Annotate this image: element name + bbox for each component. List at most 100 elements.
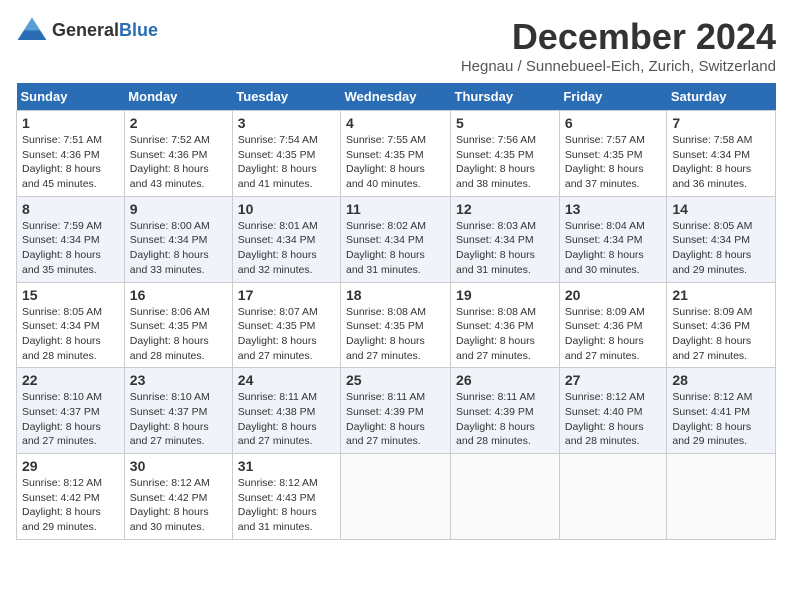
daylight: Daylight: 8 hours and 33 minutes. — [130, 249, 209, 276]
daylight: Daylight: 8 hours and 27 minutes. — [130, 421, 209, 448]
calendar-cell: 9 Sunrise: 8:00 AM Sunset: 4:34 PM Dayli… — [124, 196, 232, 282]
weekday-header: Thursday — [451, 83, 560, 111]
day-number: 1 — [22, 115, 119, 131]
day-info: Sunrise: 8:08 AM Sunset: 4:35 PM Dayligh… — [346, 305, 445, 364]
daylight: Daylight: 8 hours and 37 minutes. — [565, 163, 644, 190]
sunset: Sunset: 4:34 PM — [346, 234, 424, 246]
calendar-cell: 13 Sunrise: 8:04 AM Sunset: 4:34 PM Dayl… — [559, 196, 667, 282]
day-info: Sunrise: 8:12 AM Sunset: 4:40 PM Dayligh… — [565, 390, 662, 449]
sunset: Sunset: 4:35 PM — [346, 149, 424, 161]
sunset: Sunset: 4:40 PM — [565, 406, 643, 418]
sunset: Sunset: 4:34 PM — [672, 149, 750, 161]
day-info: Sunrise: 8:05 AM Sunset: 4:34 PM Dayligh… — [672, 219, 770, 278]
day-info: Sunrise: 8:12 AM Sunset: 4:41 PM Dayligh… — [672, 390, 770, 449]
weekday-header-row: SundayMondayTuesdayWednesdayThursdayFrid… — [17, 83, 776, 111]
sunrise: Sunrise: 7:58 AM — [672, 134, 752, 146]
sunrise: Sunrise: 8:12 AM — [130, 477, 210, 489]
day-info: Sunrise: 7:54 AM Sunset: 4:35 PM Dayligh… — [238, 133, 335, 192]
day-number: 31 — [238, 458, 335, 474]
daylight: Daylight: 8 hours and 27 minutes. — [22, 421, 101, 448]
day-number: 21 — [672, 287, 770, 303]
sunrise: Sunrise: 8:11 AM — [346, 391, 425, 403]
weekday-header: Friday — [559, 83, 667, 111]
calendar-week-row: 22 Sunrise: 8:10 AM Sunset: 4:37 PM Dayl… — [17, 368, 776, 454]
calendar-week-row: 8 Sunrise: 7:59 AM Sunset: 4:34 PM Dayli… — [17, 196, 776, 282]
sunset: Sunset: 4:35 PM — [456, 149, 534, 161]
day-number: 19 — [456, 287, 554, 303]
sunrise: Sunrise: 8:12 AM — [565, 391, 645, 403]
day-number: 8 — [22, 201, 119, 217]
sunrise: Sunrise: 8:09 AM — [672, 306, 752, 318]
weekday-header: Sunday — [17, 83, 125, 111]
calendar-cell: 27 Sunrise: 8:12 AM Sunset: 4:40 PM Dayl… — [559, 368, 667, 454]
daylight: Daylight: 8 hours and 27 minutes. — [672, 335, 751, 362]
calendar-cell: 22 Sunrise: 8:10 AM Sunset: 4:37 PM Dayl… — [17, 368, 125, 454]
day-info: Sunrise: 8:09 AM Sunset: 4:36 PM Dayligh… — [565, 305, 662, 364]
day-number: 24 — [238, 372, 335, 388]
daylight: Daylight: 8 hours and 43 minutes. — [130, 163, 209, 190]
sunrise: Sunrise: 8:00 AM — [130, 220, 210, 232]
calendar-cell: 18 Sunrise: 8:08 AM Sunset: 4:35 PM Dayl… — [341, 282, 451, 368]
calendar-cell: 19 Sunrise: 8:08 AM Sunset: 4:36 PM Dayl… — [451, 282, 560, 368]
calendar-cell: 4 Sunrise: 7:55 AM Sunset: 4:35 PM Dayli… — [341, 111, 451, 197]
sunset: Sunset: 4:36 PM — [672, 320, 750, 332]
sunset: Sunset: 4:36 PM — [130, 149, 208, 161]
calendar-cell: 2 Sunrise: 7:52 AM Sunset: 4:36 PM Dayli… — [124, 111, 232, 197]
sunset: Sunset: 4:37 PM — [130, 406, 208, 418]
sunrise: Sunrise: 8:08 AM — [456, 306, 536, 318]
daylight: Daylight: 8 hours and 28 minutes. — [456, 421, 535, 448]
day-number: 10 — [238, 201, 335, 217]
daylight: Daylight: 8 hours and 27 minutes. — [346, 335, 425, 362]
calendar-cell: 25 Sunrise: 8:11 AM Sunset: 4:39 PM Dayl… — [341, 368, 451, 454]
calendar-cell: 11 Sunrise: 8:02 AM Sunset: 4:34 PM Dayl… — [341, 196, 451, 282]
sunrise: Sunrise: 8:07 AM — [238, 306, 318, 318]
day-info: Sunrise: 8:05 AM Sunset: 4:34 PM Dayligh… — [22, 305, 119, 364]
sunset: Sunset: 4:38 PM — [238, 406, 316, 418]
daylight: Daylight: 8 hours and 27 minutes. — [238, 421, 317, 448]
day-number: 11 — [346, 201, 445, 217]
calendar-cell: 6 Sunrise: 7:57 AM Sunset: 4:35 PM Dayli… — [559, 111, 667, 197]
sunrise: Sunrise: 7:51 AM — [22, 134, 102, 146]
sunrise: Sunrise: 8:09 AM — [565, 306, 645, 318]
day-info: Sunrise: 8:11 AM Sunset: 4:38 PM Dayligh… — [238, 390, 335, 449]
daylight: Daylight: 8 hours and 28 minutes. — [565, 421, 644, 448]
day-info: Sunrise: 8:09 AM Sunset: 4:36 PM Dayligh… — [672, 305, 770, 364]
sunset: Sunset: 4:34 PM — [130, 234, 208, 246]
calendar-table: SundayMondayTuesdayWednesdayThursdayFrid… — [16, 83, 776, 540]
sunrise: Sunrise: 7:52 AM — [130, 134, 210, 146]
day-info: Sunrise: 8:06 AM Sunset: 4:35 PM Dayligh… — [130, 305, 227, 364]
sunrise: Sunrise: 7:57 AM — [565, 134, 645, 146]
day-info: Sunrise: 8:02 AM Sunset: 4:34 PM Dayligh… — [346, 219, 445, 278]
daylight: Daylight: 8 hours and 31 minutes. — [456, 249, 535, 276]
day-number: 23 — [130, 372, 227, 388]
day-number: 18 — [346, 287, 445, 303]
daylight: Daylight: 8 hours and 36 minutes. — [672, 163, 751, 190]
weekday-header: Saturday — [667, 83, 776, 111]
day-info: Sunrise: 7:57 AM Sunset: 4:35 PM Dayligh… — [565, 133, 662, 192]
day-info: Sunrise: 8:11 AM Sunset: 4:39 PM Dayligh… — [346, 390, 445, 449]
day-info: Sunrise: 8:10 AM Sunset: 4:37 PM Dayligh… — [22, 390, 119, 449]
logo-text: GeneralBlue — [52, 20, 158, 41]
daylight: Daylight: 8 hours and 30 minutes. — [565, 249, 644, 276]
day-info: Sunrise: 8:11 AM Sunset: 4:39 PM Dayligh… — [456, 390, 554, 449]
daylight: Daylight: 8 hours and 28 minutes. — [130, 335, 209, 362]
weekday-header: Wednesday — [341, 83, 451, 111]
sunrise: Sunrise: 8:06 AM — [130, 306, 210, 318]
sunset: Sunset: 4:35 PM — [346, 320, 424, 332]
day-number: 12 — [456, 201, 554, 217]
day-info: Sunrise: 8:07 AM Sunset: 4:35 PM Dayligh… — [238, 305, 335, 364]
sunset: Sunset: 4:39 PM — [456, 406, 534, 418]
day-info: Sunrise: 7:52 AM Sunset: 4:36 PM Dayligh… — [130, 133, 227, 192]
day-number: 13 — [565, 201, 662, 217]
sunset: Sunset: 4:42 PM — [130, 492, 208, 504]
day-number: 9 — [130, 201, 227, 217]
sunset: Sunset: 4:34 PM — [22, 320, 100, 332]
sunrise: Sunrise: 8:11 AM — [238, 391, 317, 403]
day-number: 4 — [346, 115, 445, 131]
sunrise: Sunrise: 8:03 AM — [456, 220, 536, 232]
day-number: 2 — [130, 115, 227, 131]
day-info: Sunrise: 7:55 AM Sunset: 4:35 PM Dayligh… — [346, 133, 445, 192]
day-number: 6 — [565, 115, 662, 131]
calendar-week-row: 15 Sunrise: 8:05 AM Sunset: 4:34 PM Dayl… — [17, 282, 776, 368]
day-number: 14 — [672, 201, 770, 217]
